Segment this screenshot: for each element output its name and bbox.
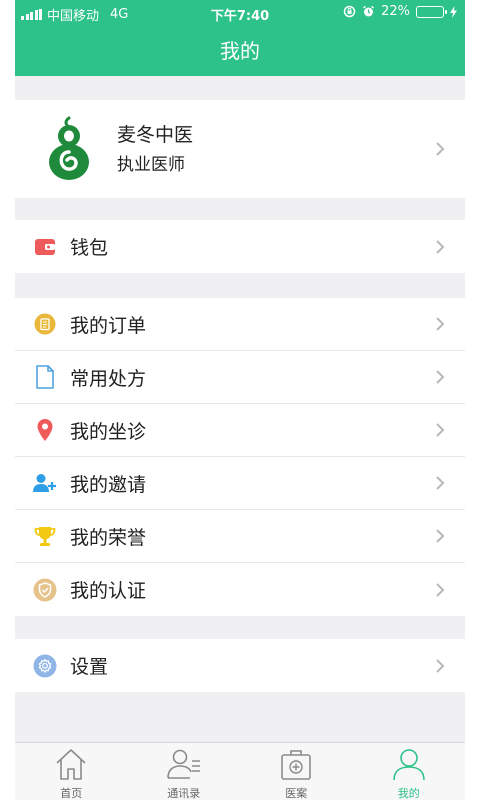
- home-icon: [56, 749, 86, 780]
- battery-percent: 22%: [381, 4, 410, 19]
- status-right: 22%: [343, 4, 457, 19]
- battery-icon: [416, 5, 447, 18]
- rotation-lock-icon: [343, 5, 356, 18]
- tab-label: 通讯录: [167, 787, 201, 800]
- tab-label: 我的: [397, 787, 420, 800]
- menu-item-label: 我的订单: [70, 314, 147, 337]
- contacts-icon: [166, 749, 200, 779]
- tab-home[interactable]: 首页: [15, 743, 128, 800]
- chevron-right-icon: [436, 582, 445, 597]
- menu-item-label: 我的荣誉: [70, 526, 147, 549]
- app-frame: 中国移动 4G 下午7:40 22% 我的 麦冬中医 执业医师 钱包 我的订单 …: [15, 0, 465, 800]
- page-title: 我的: [220, 39, 260, 63]
- menu-item-label: 我的认证: [70, 580, 147, 602]
- menu-item-label: 钱包: [70, 237, 109, 259]
- chevron-right-icon: [436, 529, 445, 543]
- gear-icon: [33, 654, 57, 678]
- chevron-right-icon: [436, 476, 445, 490]
- tab-mine[interactable]: 我的: [353, 743, 466, 800]
- trophy-icon: [33, 524, 57, 548]
- wallet-icon: [33, 235, 57, 259]
- menu-item-settings[interactable]: 设置: [15, 639, 465, 692]
- settings-section: 设置: [15, 639, 465, 692]
- add-user-icon: [33, 471, 57, 495]
- chevron-right-icon: [436, 142, 445, 156]
- order-icon: [33, 312, 57, 336]
- shield-check-icon: [33, 578, 57, 602]
- menu-item-certification[interactable]: 我的认证: [15, 563, 465, 616]
- chevron-right-icon: [436, 658, 445, 673]
- alarm-icon: [363, 5, 375, 17]
- doctor-name: 麦冬中医: [117, 124, 194, 146]
- user-icon: [392, 749, 425, 781]
- nav-bar: 我的: [15, 26, 465, 76]
- chevron-right-icon: [436, 317, 445, 331]
- profile-card[interactable]: 麦冬中医 执业医师: [15, 100, 465, 198]
- menu-item-clinic[interactable]: 我的坐诊: [15, 404, 465, 457]
- tab-label: 首页: [60, 787, 83, 800]
- menu-item-label: 我的邀请: [70, 473, 147, 496]
- chevron-right-icon: [436, 370, 445, 384]
- menu-item-label: 我的坐诊: [70, 420, 147, 443]
- doctor-title: 执业医师: [117, 155, 185, 175]
- menu-item-label: 设置: [70, 656, 109, 678]
- charging-bolt-icon: [450, 5, 457, 18]
- status-bar: 中国移动 4G 下午7:40 22%: [15, 0, 465, 26]
- menu-item-honors[interactable]: 我的荣誉: [15, 510, 465, 563]
- medical-kit-icon: [281, 750, 312, 780]
- chevron-right-icon: [436, 239, 445, 254]
- menu-item-label: 常用处方: [70, 367, 147, 390]
- menu-item-wallet[interactable]: 钱包: [15, 220, 465, 273]
- tab-bar: 首页 通讯录 医案 我的: [15, 742, 465, 800]
- menu-item-orders[interactable]: 我的订单: [15, 298, 465, 351]
- document-icon: [33, 365, 57, 389]
- menu-item-prescriptions[interactable]: 常用处方: [15, 351, 465, 404]
- menu-item-invite[interactable]: 我的邀请: [15, 457, 465, 510]
- tab-contacts[interactable]: 通讯录: [128, 743, 241, 800]
- chevron-right-icon: [436, 423, 445, 437]
- wallet-section: 钱包: [15, 220, 465, 273]
- gourd-logo-icon: [49, 116, 89, 180]
- location-pin-icon: [33, 418, 57, 442]
- tab-cases[interactable]: 医案: [240, 743, 353, 800]
- main-menu: 我的订单 常用处方 我的坐诊 我的邀请 我的荣誉 我的认证: [15, 298, 465, 616]
- tab-label: 医案: [285, 787, 308, 800]
